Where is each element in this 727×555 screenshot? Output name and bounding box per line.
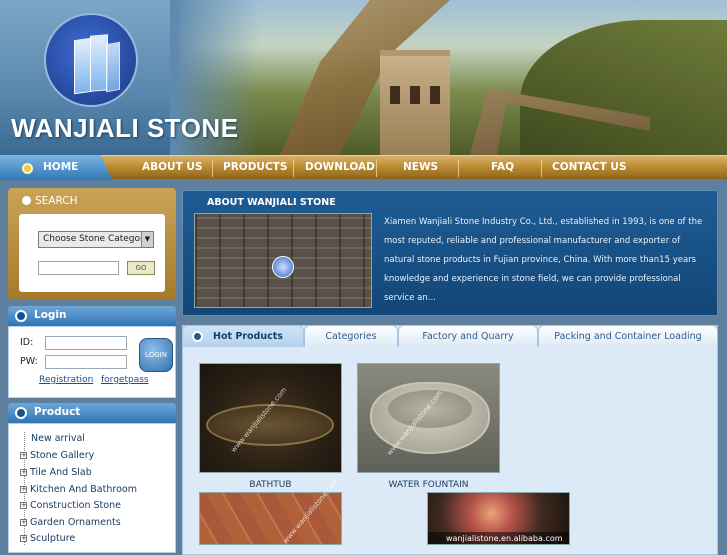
expand-plus-icon[interactable]: + [20,469,27,476]
product-item-label: Sculpture [30,533,76,544]
product-item-label: Tile And Slab [30,467,92,478]
tab-hot-products[interactable]: Hot Products [182,325,304,347]
nav-about-us[interactable]: ABOUT US [142,161,203,173]
nav-contact-us[interactable]: CONTACT US [552,161,627,173]
login-header: Login [8,306,176,326]
product-item-label: Garden Ornaments [30,517,121,528]
nav-divider [293,159,294,177]
main-nav: HOME ABOUT US PRODUCTS DOWNLOAD NEWS FAQ… [0,155,727,180]
product-header: Product [8,403,176,423]
login-bullet-icon [15,310,27,322]
tab-label: Hot Products [213,331,283,342]
logo-icon[interactable] [44,13,138,107]
about-heading: ABOUT WANJIALI STONE [207,197,336,208]
login-id-input[interactable] [45,336,127,350]
brand-name: WANJIALI STONE [11,113,239,143]
bathtub-caption[interactable]: BATHTUB [199,480,342,490]
login-pw-input[interactable] [45,355,127,369]
expand-plus-icon[interactable]: + [20,486,27,493]
home-dot-icon [22,163,33,174]
banner-watchtower [380,50,450,155]
product-item-label: Kitchen And Bathroom [30,484,137,495]
nav-divider [541,159,542,177]
bathtub-thumbnail[interactable]: www.wanjialistone.com [199,363,342,473]
product-item-stone-gallery[interactable]: + Stone Gallery [20,450,94,461]
water-fountain-caption[interactable]: WATER FOUNTAIN [357,480,500,490]
search-bullet-icon [22,196,31,205]
tab-packing-and-container-loading[interactable]: Packing and Container Loading [538,325,718,347]
about-panel: ABOUT WANJIALI STONE Xiamen Wanjiali Sto… [182,190,718,316]
stone-category-select[interactable]: Choose Stone Category ▼ [38,231,154,248]
product-bullet-icon [15,407,27,419]
tab-bullet-icon [192,331,203,342]
stone-flowers-thumbnail[interactable]: wanjialistone.en.alibaba.com [427,492,570,545]
product-item-construction-stone[interactable]: + Construction Stone [20,500,121,511]
login-id-label: ID: [20,337,34,348]
company-logo-icon [272,256,294,278]
stone-category-value: Choose Stone Category [43,234,150,244]
water-fountain-thumbnail[interactable]: www.wanjialistone.com [357,363,500,473]
nav-divider [458,159,459,177]
search-inner [19,214,165,292]
search-title: SEARCH [35,195,78,207]
login-pw-label: PW: [20,356,38,367]
product-tabs: Hot Products Categories Factory and Quar… [182,325,718,347]
expand-plus-icon[interactable]: + [20,535,27,542]
product-item-new-arrival[interactable]: New arrival [31,433,85,444]
expand-plus-icon[interactable]: + [20,502,27,509]
forgetpass-link[interactable]: forgetpass [101,375,149,385]
about-text: Xiamen Wanjiali Stone Industry Co., Ltd.… [384,217,703,303]
product-item-sculpture[interactable]: + Sculpture [20,533,75,544]
search-keyword-input[interactable] [38,261,119,275]
nav-divider [376,159,377,177]
chevron-down-icon[interactable]: ▼ [141,232,153,247]
tab-categories[interactable]: Categories [304,325,398,347]
nav-faq[interactable]: FAQ [491,161,514,173]
nav-divider [212,159,213,177]
nav-home[interactable]: HOME [43,161,78,173]
product-item-label: Construction Stone [30,500,121,511]
tile-thumbnail[interactable]: www.wanjialistone.com [199,477,342,545]
expand-plus-icon[interactable]: + [20,452,27,459]
header-banner: WANJIALI STONE [0,0,727,155]
product-item-label: Stone Gallery [30,450,95,461]
nav-download[interactable]: DOWNLOAD [305,161,375,173]
product-item-kitchen-and-bathroom[interactable]: + Kitchen And Bathroom [20,484,137,495]
registration-link[interactable]: Registration [39,375,93,385]
expand-plus-icon[interactable]: + [20,519,27,526]
login-button[interactable]: LOGIN [139,338,173,372]
login-title: Login [34,309,67,321]
tab-factory-and-quarry[interactable]: Factory and Quarry [398,325,538,347]
nav-news[interactable]: NEWS [403,161,438,173]
search-go-button[interactable]: GO [127,261,155,275]
product-item-tile-and-slab[interactable]: + Tile And Slab [20,467,92,478]
product-item-garden-ornaments[interactable]: + Garden Ornaments [20,517,121,528]
nav-products[interactable]: PRODUCTS [223,161,287,173]
product-title: Product [34,406,81,418]
thumbnail-watermark: wanjialistone.en.alibaba.com [446,534,563,543]
